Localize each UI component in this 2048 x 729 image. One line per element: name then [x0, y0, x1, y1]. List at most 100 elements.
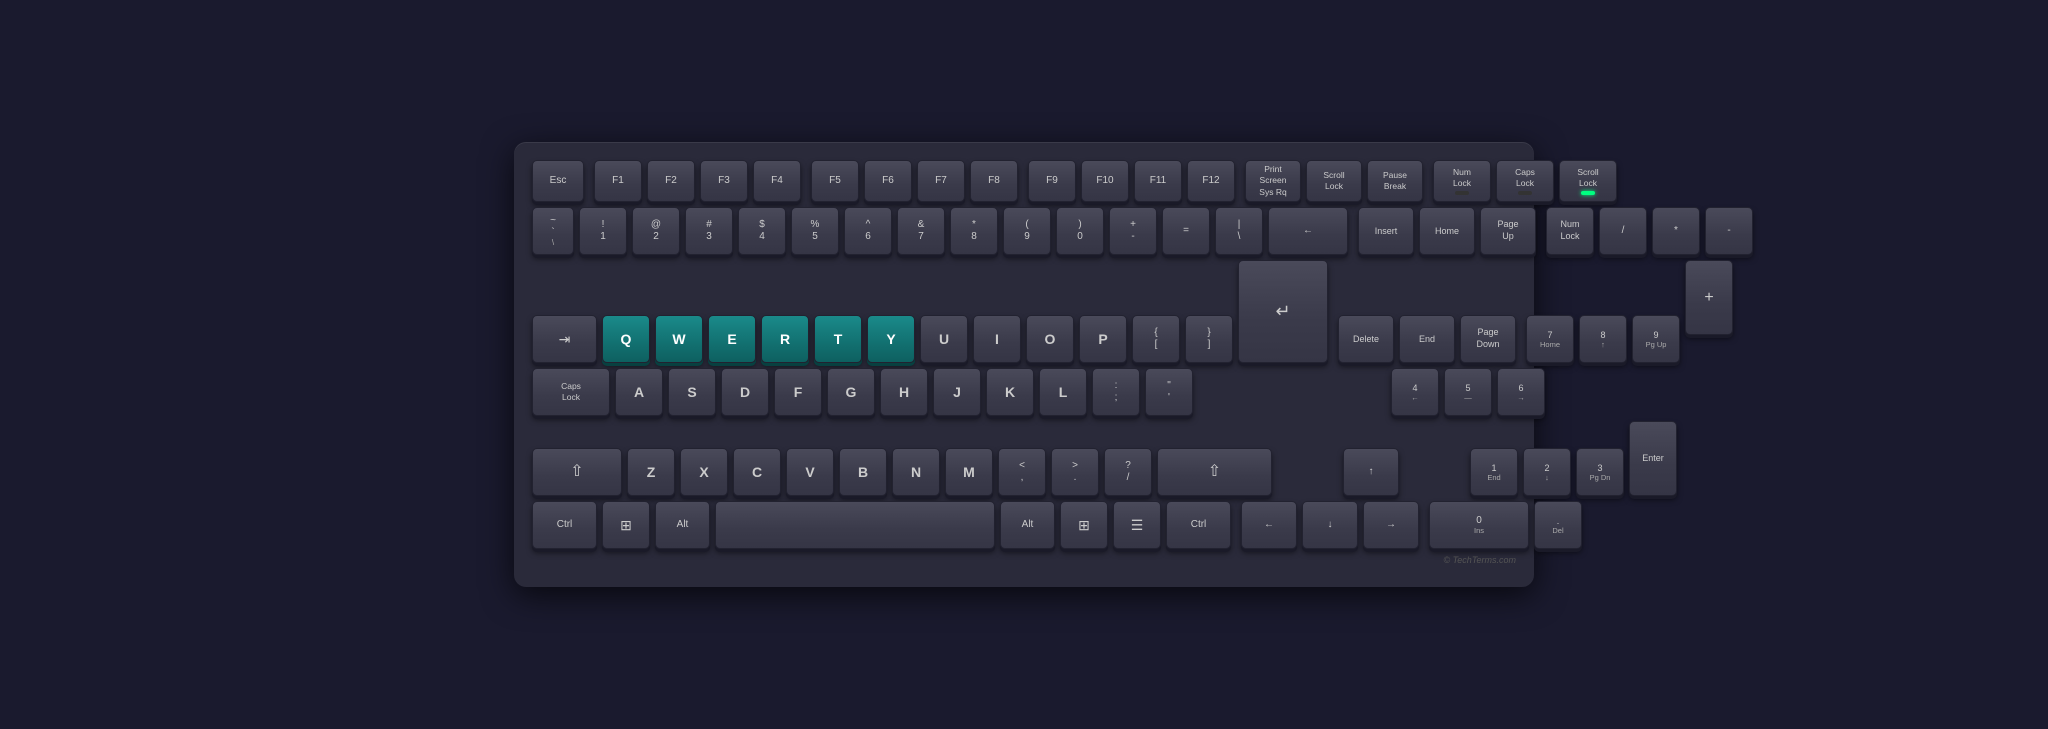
slash-key[interactable]: ? / — [1104, 448, 1152, 496]
scroll-lock-key[interactable]: ScrollLock — [1306, 160, 1362, 202]
f12-key[interactable]: F12 — [1187, 160, 1235, 202]
np-numlock-key[interactable]: NumLock — [1546, 207, 1594, 255]
r-key[interactable]: R — [761, 315, 809, 363]
esc-key[interactable]: Esc — [532, 160, 584, 202]
minus-key[interactable]: + - — [1109, 207, 1157, 255]
space-key[interactable] — [715, 501, 995, 549]
right-bracket-key[interactable]: } ] — [1185, 315, 1233, 363]
6-key[interactable]: ^ 6 — [844, 207, 892, 255]
y-key[interactable]: Y — [867, 315, 915, 363]
9-key[interactable]: ( 9 — [1003, 207, 1051, 255]
enter-key[interactable]: ↵ — [1238, 260, 1328, 363]
tab-key[interactable]: ⇥ — [532, 315, 597, 363]
backslash-key[interactable]: | \ — [1215, 207, 1263, 255]
f2-key[interactable]: F2 — [647, 160, 695, 202]
q-key[interactable]: Q — [602, 315, 650, 363]
page-up-key[interactable]: PageUp — [1480, 207, 1536, 255]
np-5-key[interactable]: 5 — — [1444, 368, 1492, 416]
np-4-key[interactable]: 4 ← — [1391, 368, 1439, 416]
scroll-lock-indicator[interactable]: ScrollLock — [1559, 160, 1617, 202]
f7-key[interactable]: F7 — [917, 160, 965, 202]
home-key[interactable]: Home — [1419, 207, 1475, 255]
insert-key[interactable]: Insert — [1358, 207, 1414, 255]
c-key[interactable]: C — [733, 448, 781, 496]
np-minus-key[interactable]: - — [1705, 207, 1753, 255]
equals-key[interactable]: = — [1162, 207, 1210, 255]
k-key[interactable]: K — [986, 368, 1034, 416]
right-ctrl-key[interactable]: Ctrl — [1166, 501, 1231, 549]
backtick-key[interactable]: ~ ` \ — [532, 207, 574, 255]
semicolon-key[interactable]: : ; — [1092, 368, 1140, 416]
d-key[interactable]: D — [721, 368, 769, 416]
s-key[interactable]: S — [668, 368, 716, 416]
7-key[interactable]: & 7 — [897, 207, 945, 255]
8-key[interactable]: * 8 — [950, 207, 998, 255]
4-key[interactable]: $ 4 — [738, 207, 786, 255]
f1-key[interactable]: F1 — [594, 160, 642, 202]
arrow-left-key[interactable]: ← — [1241, 501, 1297, 549]
f9-key[interactable]: F9 — [1028, 160, 1076, 202]
u-key[interactable]: U — [920, 315, 968, 363]
menu-key[interactable]: ☰ — [1113, 501, 1161, 549]
0-key[interactable]: ) 0 — [1056, 207, 1104, 255]
m-key[interactable]: M — [945, 448, 993, 496]
np-enter-key[interactable]: Enter — [1629, 421, 1677, 496]
h-key[interactable]: H — [880, 368, 928, 416]
left-shift-key[interactable]: ⇧ — [532, 448, 622, 496]
right-win-key[interactable]: ⊞ — [1060, 501, 1108, 549]
i-key[interactable]: I — [973, 315, 1021, 363]
np-0-key[interactable]: 0 Ins — [1429, 501, 1529, 549]
f10-key[interactable]: F10 — [1081, 160, 1129, 202]
right-shift-key[interactable]: ⇧ — [1157, 448, 1272, 496]
np-star-key[interactable]: * — [1652, 207, 1700, 255]
backspace-key[interactable]: ← — [1268, 207, 1348, 255]
w-key[interactable]: W — [655, 315, 703, 363]
quote-key[interactable]: " ' — [1145, 368, 1193, 416]
left-win-key[interactable]: ⊞ — [602, 501, 650, 549]
page-down-key[interactable]: PageDown — [1460, 315, 1516, 363]
f5-key[interactable]: F5 — [811, 160, 859, 202]
comma-key[interactable]: < , — [998, 448, 1046, 496]
e-key[interactable]: E — [708, 315, 756, 363]
z-key[interactable]: Z — [627, 448, 675, 496]
f-key[interactable]: F — [774, 368, 822, 416]
j-key[interactable]: J — [933, 368, 981, 416]
np-dot-key[interactable]: . Del — [1534, 501, 1582, 549]
np-slash-key[interactable]: / — [1599, 207, 1647, 255]
g-key[interactable]: G — [827, 368, 875, 416]
np-3-key[interactable]: 3 Pg Dn — [1576, 448, 1624, 496]
b-key[interactable]: B — [839, 448, 887, 496]
delete-key[interactable]: Delete — [1338, 315, 1394, 363]
caps-lock-key[interactable]: CapsLock — [532, 368, 610, 416]
pause-key[interactable]: PauseBreak — [1367, 160, 1423, 202]
f4-key[interactable]: F4 — [753, 160, 801, 202]
f11-key[interactable]: F11 — [1134, 160, 1182, 202]
left-alt-key[interactable]: Alt — [655, 501, 710, 549]
v-key[interactable]: V — [786, 448, 834, 496]
np-9-key[interactable]: 9 Pg Up — [1632, 315, 1680, 363]
t-key[interactable]: T — [814, 315, 862, 363]
caps-lock-indicator[interactable]: CapsLock — [1496, 160, 1554, 202]
np-2-key[interactable]: 2 ↓ — [1523, 448, 1571, 496]
n-key[interactable]: N — [892, 448, 940, 496]
arrow-right-key[interactable]: → — [1363, 501, 1419, 549]
np-6-key[interactable]: 6 → — [1497, 368, 1545, 416]
a-key[interactable]: A — [615, 368, 663, 416]
3-key[interactable]: # 3 — [685, 207, 733, 255]
x-key[interactable]: X — [680, 448, 728, 496]
period-key[interactable]: > . — [1051, 448, 1099, 496]
1-key[interactable]: ! 1 — [579, 207, 627, 255]
arrow-down-key[interactable]: ↓ — [1302, 501, 1358, 549]
arrow-up-key[interactable]: ↑ — [1343, 448, 1399, 496]
o-key[interactable]: O — [1026, 315, 1074, 363]
f3-key[interactable]: F3 — [700, 160, 748, 202]
num-lock-indicator[interactable]: NumLock — [1433, 160, 1491, 202]
print-screen-key[interactable]: PrintScreenSys Rq — [1245, 160, 1301, 202]
end-key[interactable]: End — [1399, 315, 1455, 363]
2-key[interactable]: @ 2 — [632, 207, 680, 255]
5-key[interactable]: % 5 — [791, 207, 839, 255]
np-8-key[interactable]: 8 ↑ — [1579, 315, 1627, 363]
p-key[interactable]: P — [1079, 315, 1127, 363]
np-plus-key[interactable]: + — [1685, 260, 1733, 335]
np-1-key[interactable]: 1 End — [1470, 448, 1518, 496]
